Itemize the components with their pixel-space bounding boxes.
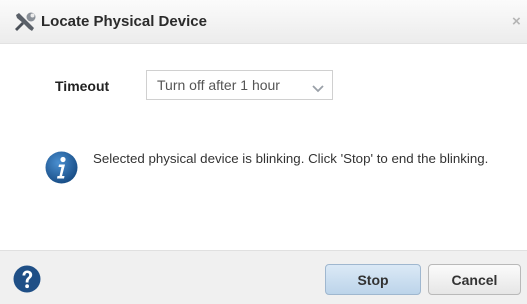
timeout-label: Timeout [55,78,110,94]
info-icon [45,151,78,184]
blinking-message: Selected physical device is blinking. Cl… [93,151,489,166]
dialog-titlebar[interactable]: Locate Physical Device × [0,0,527,44]
locate-physical-device-dialog: Locate Physical Device × Timeout Turn of… [0,0,527,304]
cancel-button[interactable]: Cancel [428,264,521,295]
stop-button[interactable]: Stop [325,264,421,295]
chevron-down-icon [311,81,325,93]
dialog-title: Locate Physical Device [41,13,207,30]
timeout-selected-value: Turn off after 1 hour [157,77,280,93]
close-icon[interactable]: × [512,13,527,30]
dialog-footer: Stop Cancel [0,250,527,304]
timeout-select[interactable]: Turn off after 1 hour [146,70,333,100]
wrench-icon [13,11,37,33]
help-icon[interactable] [13,265,41,293]
